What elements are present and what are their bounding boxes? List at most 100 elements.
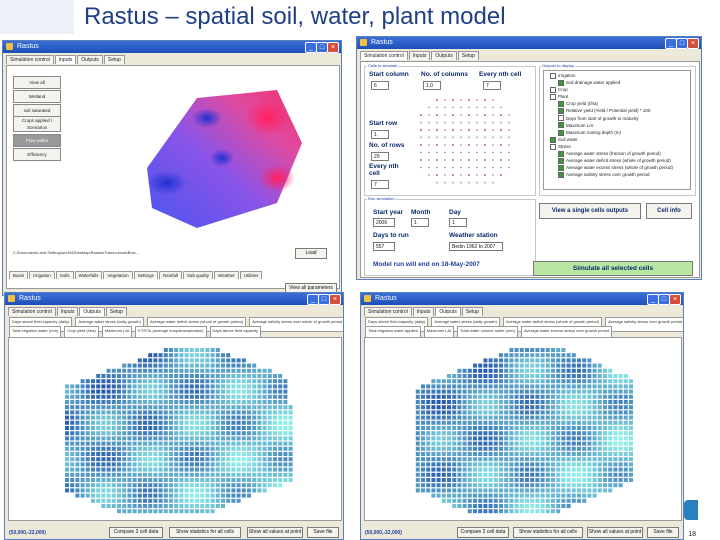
compare-cell-data-button[interactable]: Compare 2 cell data [457,527,509,538]
tree-item[interactable]: Plant [546,93,688,101]
bottom-tab-waterfalls[interactable]: Waterfalls [74,271,103,279]
checkbox[interactable] [550,72,556,79]
tab-outputs[interactable]: Outputs [431,51,457,60]
tab-simulation-control[interactable]: Simulation control [8,307,56,316]
checkbox[interactable] [558,108,564,115]
checkbox[interactable] [558,79,564,86]
tab-inputs[interactable]: Inputs [54,55,77,64]
close-button[interactable]: × [687,38,699,49]
checkbox[interactable] [550,143,556,150]
day-field[interactable]: 1 [449,218,467,227]
checkbox[interactable] [550,87,556,93]
start-column-field[interactable]: 6 [371,81,389,90]
cell-info-button[interactable]: Cell info [646,203,692,219]
tree-item[interactable]: Stress [546,143,688,150]
checkbox[interactable] [558,172,564,179]
checkbox[interactable] [550,136,556,143]
grid-cell [608,472,613,477]
checkbox[interactable] [558,129,564,136]
grid-cell [215,353,220,358]
tab-inputs[interactable]: Inputs [56,307,79,316]
output-option[interactable]: Average salinity stress over whole of gr… [249,317,343,332]
tab-outputs[interactable]: Outputs [79,307,105,316]
every-nth-cell-row-field[interactable]: 7 [371,180,389,189]
close-button[interactable]: × [669,294,681,305]
tree-item[interactable]: Average water stress (fraction of growth… [546,150,688,157]
checkbox[interactable] [550,94,556,101]
tab-simulation-control[interactable]: Simulation control [364,307,412,316]
tab-setup[interactable]: Setup [461,307,483,316]
start-year-field[interactable]: 2006 [373,218,395,227]
show-statistics-button[interactable]: Show statistics for all cells [513,527,583,538]
grid-cell [262,379,267,384]
side-button-view-all[interactable]: View all [13,76,61,89]
tab-inputs[interactable]: Inputs [412,307,435,316]
num-columns-field[interactable]: 1.0 [423,81,441,90]
side-button-crops-applied[interactable]: Crops applied / Scenarios [13,116,61,132]
num-rows-field[interactable]: 20 [371,152,389,161]
tab-setup[interactable]: Setup [457,51,479,60]
checkbox[interactable] [558,115,564,122]
tree-item[interactable]: Relative yield (Yield / Potential yield)… [546,107,688,115]
grid-cell [540,348,545,352]
tree-item[interactable]: Average water deficit stress (whole of g… [546,157,688,164]
save-file-button[interactable]: Save file [307,527,339,538]
tab-inputs[interactable]: Inputs [408,51,431,60]
bottom-tab-rainfall[interactable]: Rainfall [158,271,182,279]
grid-cell [499,493,503,498]
tab-outputs[interactable]: Outputs [435,307,461,316]
output-option[interactable]: Average salinity stress over growth peri… [605,317,683,332]
checkbox[interactable] [558,122,564,129]
close-button[interactable]: × [327,42,339,53]
tree-item[interactable]: Maximum LAI [546,122,688,129]
tab-outputs[interactable]: Outputs [77,55,103,64]
tab-setup[interactable]: Setup [103,55,125,64]
tab-simulation-control[interactable]: Simulation control [360,51,408,60]
tree-item[interactable]: Days from start of growth to maturity [546,115,688,122]
tab-simulation-control[interactable]: Simulation control [6,55,54,64]
tab-setup[interactable]: Setup [105,307,127,316]
grid-cell [467,452,472,456]
bottom-tab-vegetation[interactable]: Vegetation [103,271,133,279]
grid-cell [473,394,477,399]
weather-station-select[interactable]: Bedin 1962 to 2007 [449,242,503,251]
grid-cell-dot [476,136,478,139]
side-button-wetland[interactable]: Wetland [13,90,61,103]
load-button[interactable]: Load [295,248,327,259]
tree-item[interactable]: Soil water [546,136,688,143]
tree-item[interactable]: Average water excess stress (whole of gr… [546,164,688,172]
bottom-tab-salt-quality[interactable]: Salt quality [182,271,213,279]
checkbox[interactable] [558,150,564,157]
save-file-button[interactable]: Save file [647,527,679,538]
month-field[interactable]: 1 [411,218,429,227]
bottom-tab-utilities[interactable]: Utilities [239,271,263,279]
simulate-all-selected-cells-button[interactable]: Simulate all selected cells [533,261,693,276]
tree-item[interactable]: Average salinity stress over growth peri… [546,171,688,179]
checkbox[interactable] [558,157,564,164]
outputs-tree[interactable]: Irrigation Soil drainage water applied Cro… [543,70,691,190]
every-nth-cell-field[interactable]: 7 [483,81,501,90]
side-button-flow-paths[interactable]: Flow paths [13,134,61,147]
tree-item[interactable]: Maximum rooting depth (m) [546,129,688,136]
checkbox[interactable] [558,101,564,108]
tree-item[interactable]: Crop [546,86,688,93]
compare-cell-data-button[interactable]: Compare 2 cell data [109,527,163,538]
side-button-efficiency[interactable]: Efficiency [13,148,61,161]
close-button[interactable]: × [329,294,341,305]
show-values-at-point-button[interactable]: Show all values at point [247,527,303,538]
checkbox[interactable] [558,165,564,172]
tree-item[interactable]: Crop yield (t/ha) [546,100,688,108]
days-to-run-field[interactable]: 557 [373,242,395,251]
tree-item[interactable]: Irrigation [546,72,688,79]
bottom-tab-settings[interactable]: Settings [133,271,158,279]
grid-cell-dot [444,114,446,116]
tree-item[interactable]: Soil drainage water applied [546,79,688,86]
show-statistics-button[interactable]: Show statistics for all cells [169,527,241,538]
bottom-tab-irrigation[interactable]: Irrigation [29,271,55,279]
show-values-at-point-button[interactable]: Show all values at point [587,527,643,538]
start-row-field[interactable]: 1 [371,130,389,139]
bottom-tab-basin[interactable]: Basin [9,271,29,279]
view-single-cell-outputs-button[interactable]: View a single cells outputs [539,203,641,219]
bottom-tab-soils[interactable]: Soils [55,271,74,279]
bottom-tab-weather[interactable]: Weather [213,271,239,279]
